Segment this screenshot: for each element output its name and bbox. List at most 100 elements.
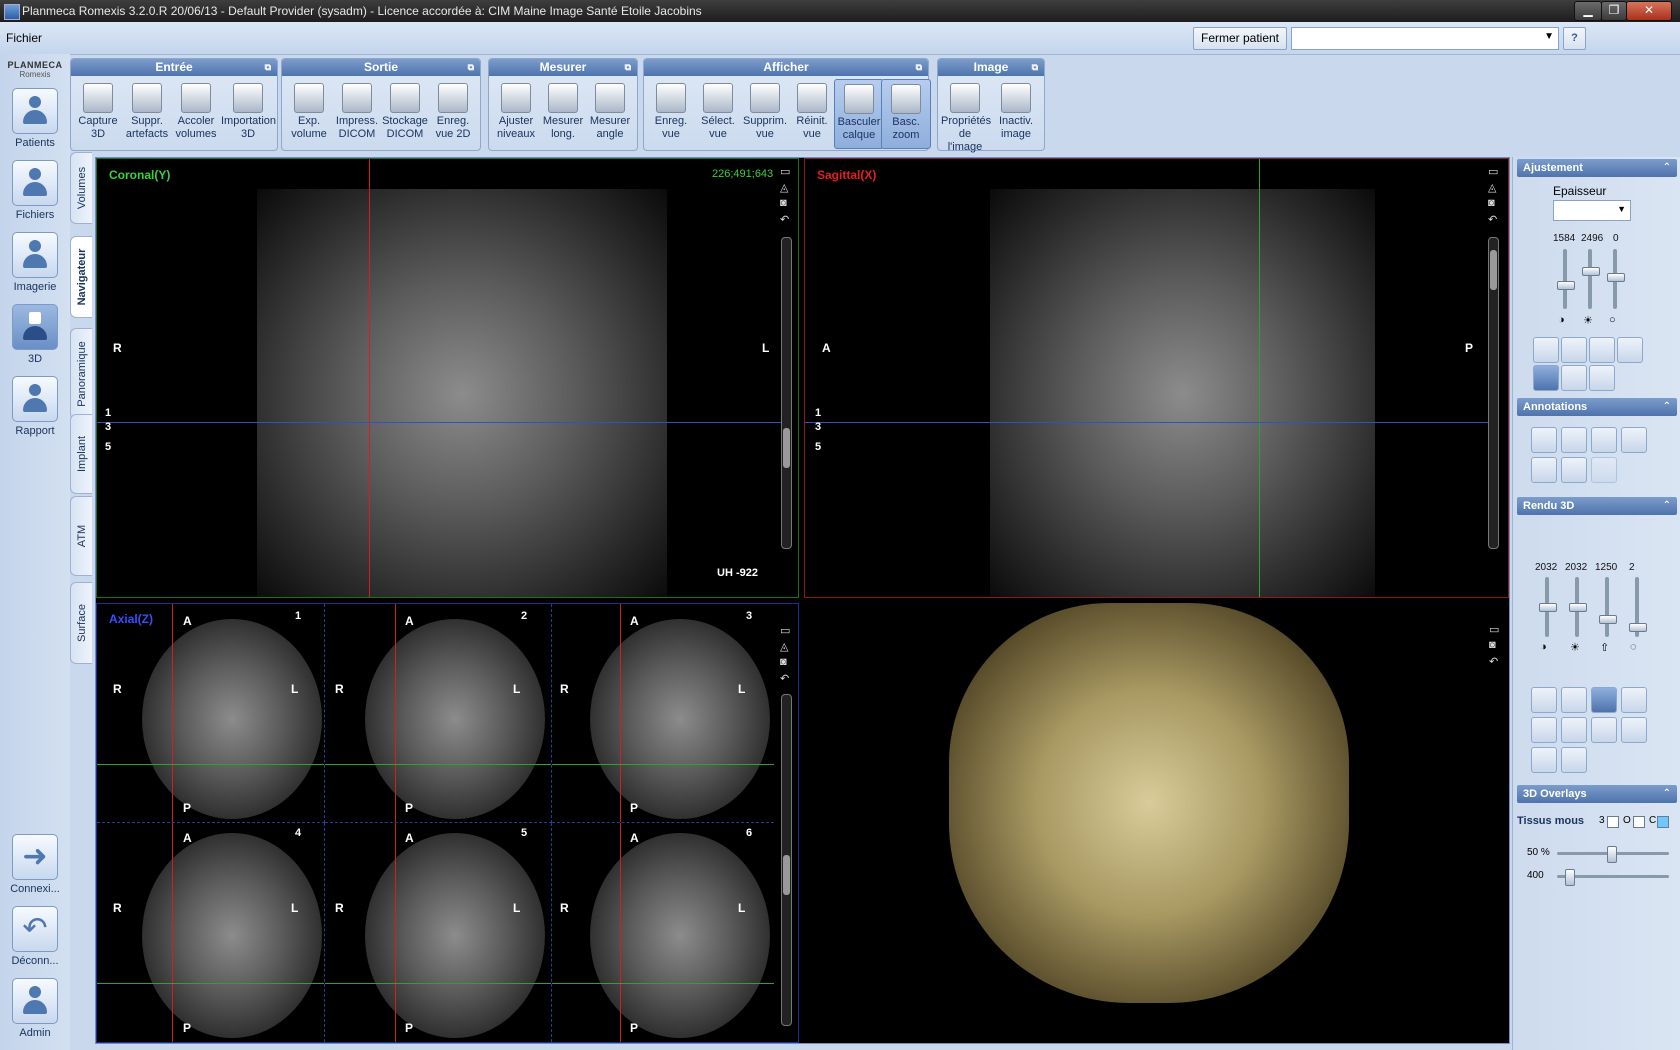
crop-box-icon[interactable] [1531,747,1557,773]
sagittal-view[interactable]: Sagittal(X) A P 1 3 5 ▭ ◬ ◙ ↶ [804,158,1509,598]
ellipse-annotation-icon[interactable] [1621,427,1647,453]
expand-icon[interactable]: ⧉ [265,59,271,76]
measure-icon[interactable]: ◬ [1488,181,1496,194]
nav-imaging[interactable]: Imagerie [8,232,62,293]
nav-disconnect[interactable]: ↶ Déconn... [8,906,62,967]
maximize-icon[interactable]: ▭ [780,624,790,637]
histogram-render-icon[interactable] [1531,687,1557,713]
adjust-levels-button[interactable]: Ajuster niveaux [492,79,540,147]
rectangle-annotation-icon[interactable] [1591,427,1617,453]
save-view-button[interactable]: Enreg. vue [647,79,695,147]
arrow-annotation-icon[interactable] [1531,457,1557,483]
text-box-annotation-icon[interactable] [1561,427,1587,453]
save-2d-view-button[interactable]: Enreg. vue 2D [429,79,477,147]
clip-green-icon[interactable] [1531,717,1557,743]
measure-tool-icon[interactable] [1561,365,1587,391]
axial-slice[interactable]: A P R L 1 [97,604,325,823]
tab-surface[interactable]: Surface [70,582,92,664]
level-slider[interactable] [1557,249,1575,309]
expand-icon[interactable]: ⧉ [1032,59,1038,76]
section-3d-overlays[interactable]: 3D Overlays ⌃ [1517,785,1677,803]
collapse-icon[interactable]: ⌃ [1663,497,1671,515]
axial-slice[interactable]: A P R L 5 [325,823,552,1042]
crosshair-tool-icon[interactable] [1561,337,1587,363]
camera-icon[interactable]: ◙ [780,197,787,209]
axial-view[interactable]: Axial(Z) A P R L 1 A P R L 2 A P R L 3 A… [96,603,799,1043]
toggle-layer-button[interactable]: Basculer calque [834,79,884,149]
nav-patients[interactable]: Patients [8,88,62,149]
thickness-select[interactable]: ▼ [1553,200,1631,221]
remove-artifacts-button[interactable]: Suppr. artefacts [123,79,171,147]
collapse-icon[interactable]: ⌃ [1663,785,1671,803]
toggle-zoom-button[interactable]: Basc. zoom [881,79,931,149]
select-view-button[interactable]: Sélect. vue [694,79,742,147]
reset-view-button[interactable]: Réinit. vue [788,79,836,147]
minimize-button[interactable]: ▁ [1574,1,1602,21]
print-dicom-button[interactable]: Impress. DICOM [333,79,381,147]
tab-implant[interactable]: Implant [70,414,92,494]
expand-icon[interactable]: ⧉ [916,59,922,76]
tab-atm[interactable]: ATM [70,496,92,576]
axial-slice[interactable]: A P R L 2 [325,604,552,823]
section-annotations[interactable]: Annotations ⌃ [1517,398,1677,416]
nav-3d[interactable]: 3D [8,304,62,365]
light-icon[interactable] [1561,687,1587,713]
clip-box-icon[interactable] [1621,717,1647,743]
measure-icon[interactable]: ◬ [780,181,788,194]
pan-tool-icon[interactable] [1533,337,1559,363]
freehand-annotation-icon[interactable] [1591,457,1617,483]
nav-admin[interactable]: Admin [8,978,62,1039]
capture-3d-button[interactable]: Capture 3D [74,79,122,147]
measure-icon[interactable]: ◬ [780,640,788,653]
image-properties-button[interactable]: Propriétés de l'image [941,79,991,153]
overlay-threshold-slider[interactable] [1557,869,1669,886]
render-3d-view[interactable]: ▭ ◙ ↶ [804,603,1509,1043]
nav-connect[interactable]: ➜ Connexi... [8,834,62,895]
clip-red-icon[interactable] [1621,687,1647,713]
overlay-opt3-checkbox[interactable] [1657,816,1669,828]
text-annotation-icon[interactable] [1531,427,1557,453]
close-patient-button[interactable]: Fermer patient [1193,27,1287,50]
no-clip-icon[interactable] [1561,747,1587,773]
undo-icon[interactable]: ↶ [1489,655,1498,668]
reset-tool-icon[interactable] [1589,365,1615,391]
axial-scrollbar[interactable] [781,694,792,1026]
collapse-icon[interactable]: ⌃ [1663,159,1671,177]
clip-all-icon[interactable] [1591,717,1617,743]
overlay-opt2-checkbox[interactable] [1633,816,1645,828]
axial-slice[interactable]: A P R L 3 [552,604,774,823]
delete-view-button[interactable]: Supprim. vue [741,79,789,147]
import-3d-button[interactable]: Importation 3D [221,79,276,147]
maximize-icon[interactable]: ▭ [1489,623,1499,636]
undo-icon[interactable]: ↶ [780,672,789,685]
clip-planes-icon[interactable] [1591,687,1617,713]
measure-angle-button[interactable]: Mesurer angle [586,79,634,147]
coronal-scrollbar[interactable] [781,237,792,549]
line-annotation-icon[interactable] [1561,457,1587,483]
section-adjustment[interactable]: Ajustement ⌃ [1517,159,1677,177]
color-map-icon[interactable] [1589,337,1615,363]
section-render-3d[interactable]: Rendu 3D ⌃ [1517,497,1677,515]
maximize-icon[interactable]: ▭ [780,165,790,178]
maximize-icon[interactable]: ▭ [1488,165,1498,178]
expand-icon[interactable]: ⧉ [468,59,474,76]
nav-report[interactable]: Rapport [8,376,62,437]
stitch-volumes-button[interactable]: Accoler volumes [172,79,220,147]
help-icon[interactable]: ? [1563,27,1586,50]
coronal-view[interactable]: Coronal(Y) 226;491;643 R L 1 3 5 UH -922… [96,158,799,598]
close-window-button[interactable]: ✕ [1626,1,1672,21]
tab-navigator[interactable]: Navigateur [70,236,92,318]
render-threshold-slider[interactable] [1599,577,1617,637]
rotate-tool-icon[interactable] [1533,365,1559,391]
axial-slice[interactable]: A P R L 6 [552,823,774,1042]
render-window-slider[interactable] [1569,577,1587,637]
measure-length-button[interactable]: Mesurer long. [539,79,587,147]
render-level-slider[interactable] [1539,577,1557,637]
clip-blue-icon[interactable] [1561,717,1587,743]
tab-volumes[interactable]: Volumes [70,152,92,224]
menu-fichier[interactable]: Fichier [6,31,42,45]
deactivate-image-button[interactable]: Inactiv. image [992,79,1040,147]
restore-button[interactable]: ❐ [1601,1,1627,21]
render-opacity-slider[interactable] [1629,577,1647,637]
export-volume-button[interactable]: Exp. volume [285,79,333,147]
